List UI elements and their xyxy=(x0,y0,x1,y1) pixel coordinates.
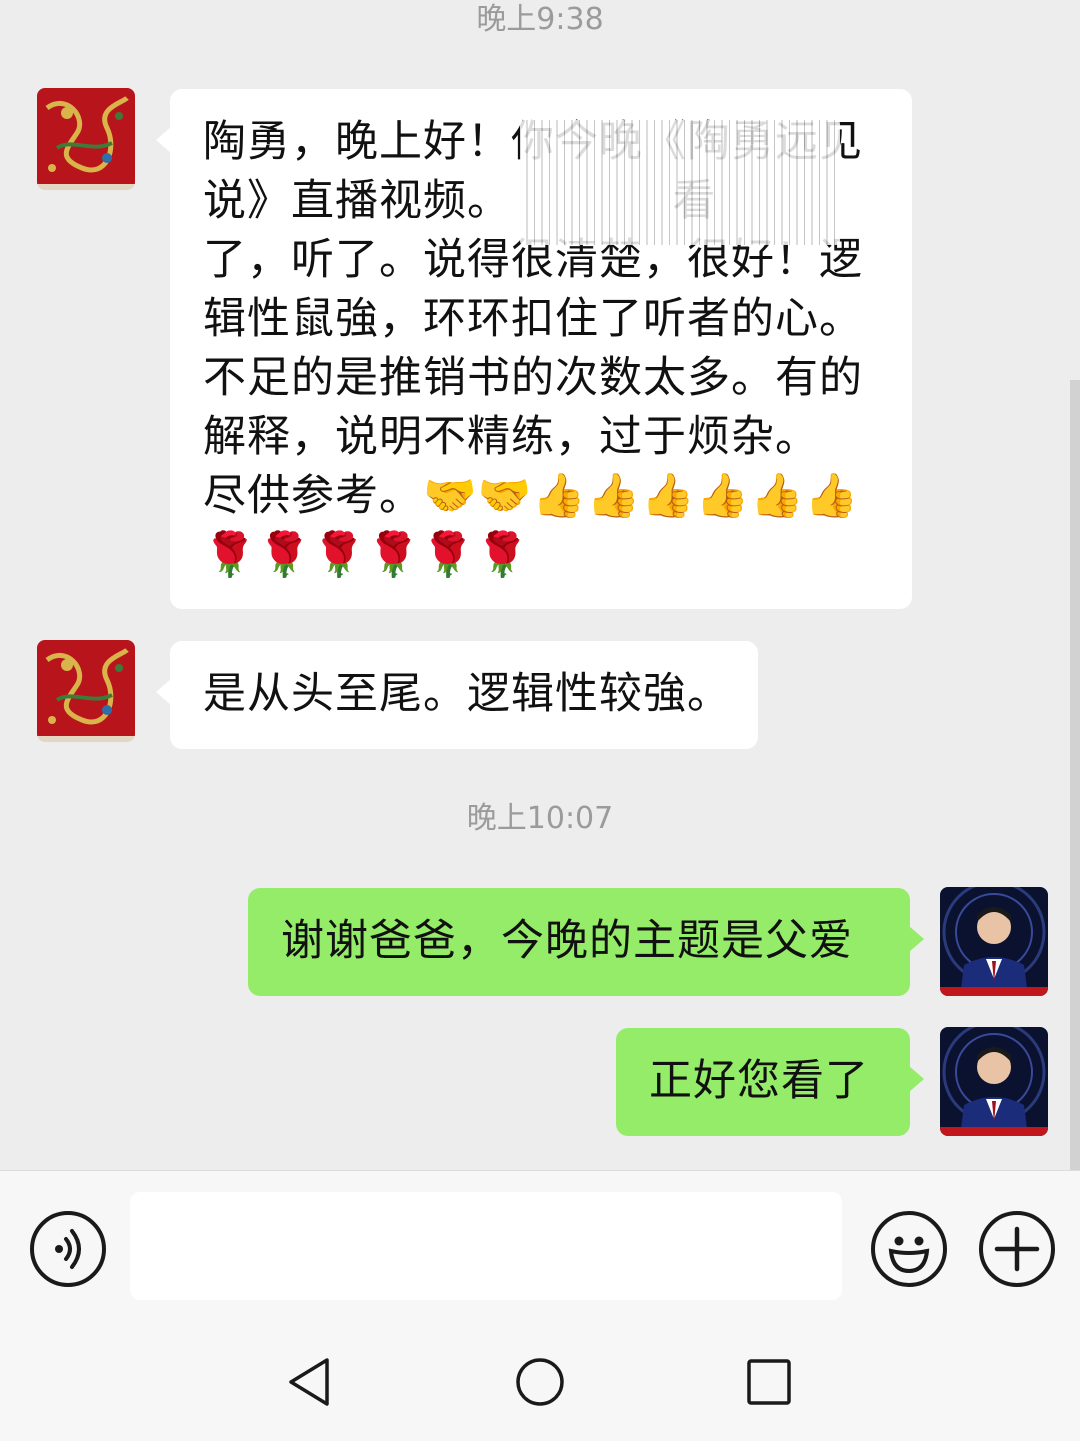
voice-button[interactable] xyxy=(30,1211,106,1287)
contact-avatar[interactable] xyxy=(37,640,135,742)
dragon-embroidery-image xyxy=(37,88,135,190)
message-text: 谢谢爸爸，今晚的主题是父爱 xyxy=(281,916,853,966)
recent-square-icon[interactable] xyxy=(746,1358,792,1406)
message-input[interactable] xyxy=(130,1192,842,1300)
input-bar xyxy=(0,1170,1080,1321)
message-text: 是从头至尾。逻辑性较強。 xyxy=(203,669,731,719)
system-navigation-bar xyxy=(0,1320,1080,1441)
message-bubble-incoming[interactable]: 是从头至尾。逻辑性较強。 xyxy=(156,641,758,749)
message-text: 正好您看了 xyxy=(649,1056,869,1106)
emoji-button[interactable] xyxy=(871,1211,947,1287)
user-avatar[interactable] xyxy=(940,887,1048,996)
dragon-embroidery-image xyxy=(37,640,135,742)
contact-avatar[interactable] xyxy=(37,88,135,190)
user-photo xyxy=(940,887,1048,996)
message-bubble-outgoing[interactable]: 正好您看了 xyxy=(616,1028,924,1136)
message-bubble-outgoing[interactable]: 谢谢爸爸，今晚的主题是父爱 xyxy=(248,888,924,996)
user-photo xyxy=(940,1027,1048,1136)
home-circle-icon[interactable] xyxy=(514,1356,566,1408)
redaction-overlay xyxy=(520,120,840,245)
plus-icon xyxy=(994,1226,1040,1272)
timestamp: 晚上9:38 xyxy=(476,2,604,37)
user-avatar[interactable] xyxy=(940,1027,1048,1136)
back-triangle-icon[interactable] xyxy=(285,1356,333,1408)
more-button[interactable] xyxy=(979,1211,1055,1287)
scrollbar[interactable] xyxy=(1070,380,1080,1170)
voice-icon xyxy=(55,1229,81,1269)
timestamp: 晚上10:07 xyxy=(466,801,614,836)
emoji-icon xyxy=(888,1236,930,1274)
